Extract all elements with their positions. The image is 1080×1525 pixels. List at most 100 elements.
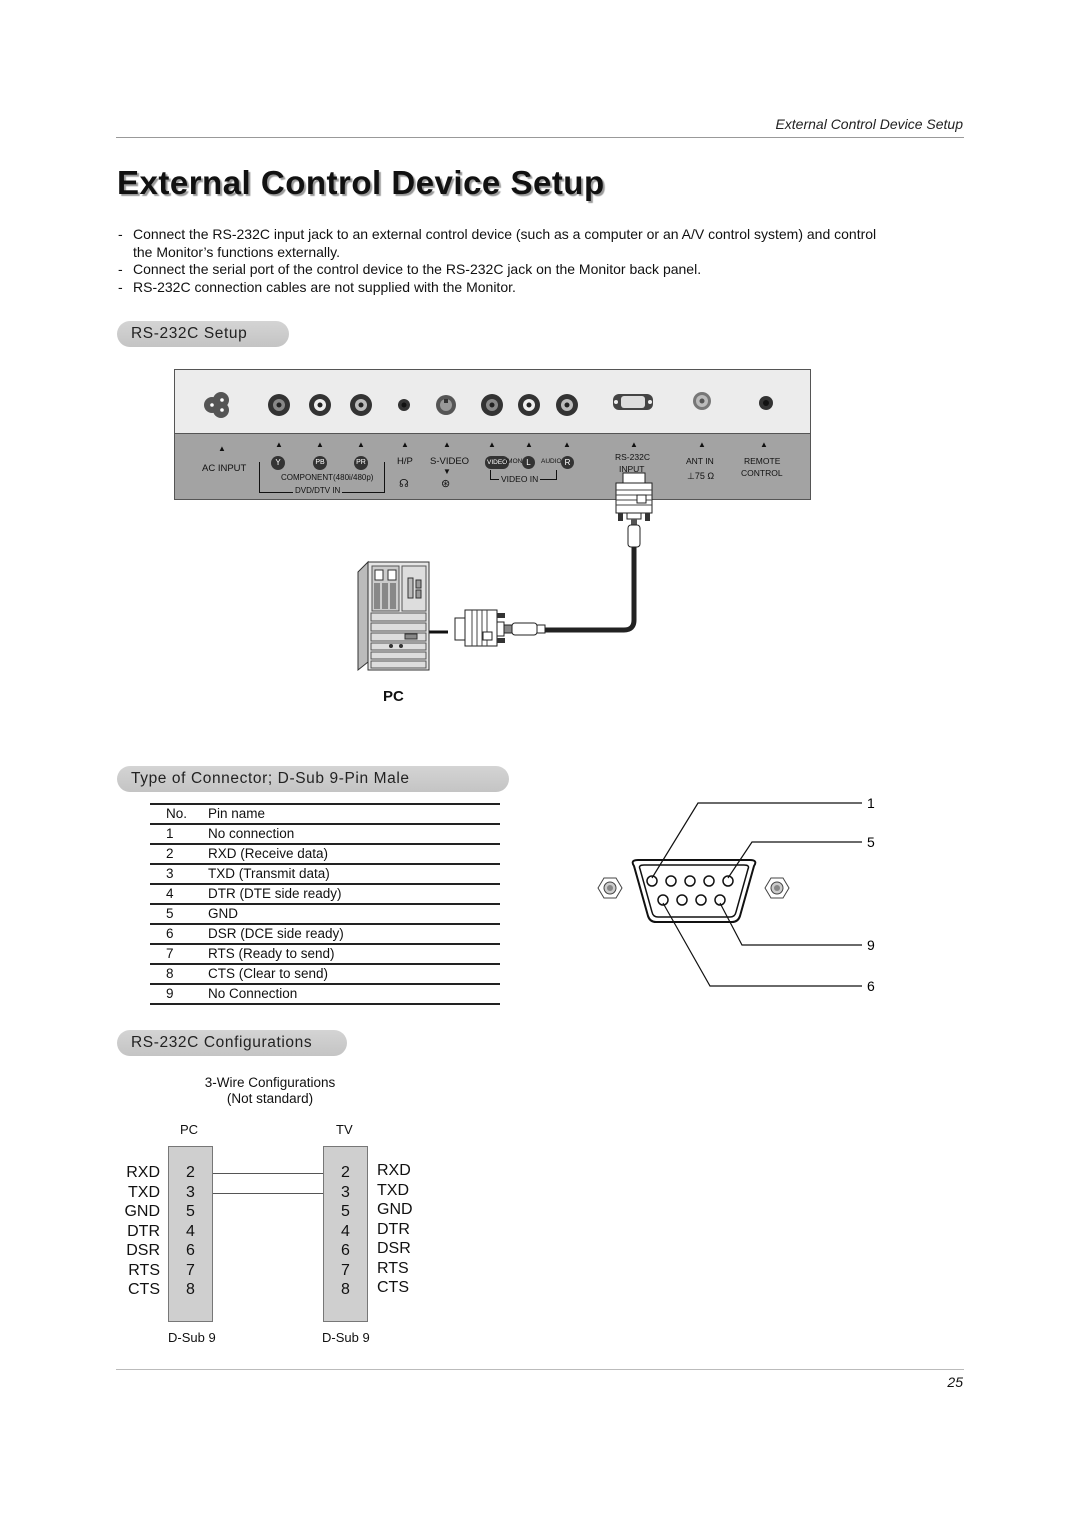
mounting-screw-icon <box>764 877 790 899</box>
mounting-screw-icon <box>597 877 623 899</box>
signal-label: RTS <box>128 1261 160 1279</box>
connection-diagram <box>357 472 653 672</box>
pin-number: 8 <box>150 964 208 985</box>
bullet-text: RS-232C connection cables are not suppli… <box>133 278 516 295</box>
audio-l-jack-icon <box>518 394 540 416</box>
pin-number: 7 <box>341 1261 350 1279</box>
ohm-value: 75 Ω <box>694 471 715 481</box>
ohm-label: ⊥75 Ω <box>687 471 715 481</box>
pc-dsub-block: 2 3 5 4 6 7 8 <box>168 1146 213 1322</box>
signal-label: RXD <box>126 1164 160 1181</box>
config-title-line2: (Not standard) <box>226 1091 314 1106</box>
pin-number: 4 <box>186 1222 195 1240</box>
pin-name: GND <box>208 904 500 925</box>
pin-number: 3 <box>186 1183 195 1201</box>
triangle-marker-icon: ▲ <box>488 440 496 449</box>
pc-signal-list: RXD TXD GND DTR DSR RTS CTS <box>118 1163 160 1300</box>
intro-bullets: - Connect the RS-232C input jack to an ex… <box>118 226 878 296</box>
pin-label-5: 5 <box>867 834 875 850</box>
table-row: 6 DSR (DCE side ready) <box>150 924 500 945</box>
pin-number: 5 <box>150 904 208 925</box>
signal-label: CTS <box>377 1279 409 1296</box>
wire-rxd-txd <box>213 1173 323 1174</box>
table-row: 3 TXD (Transmit data) <box>150 864 500 885</box>
pin-number: 4 <box>150 884 208 905</box>
signal-label: GND <box>377 1201 413 1218</box>
pin-name: RTS (Ready to send) <box>208 944 500 965</box>
table-row: 9 No Connection <box>150 984 500 1005</box>
signal-label: DSR <box>377 1240 411 1257</box>
ac-input-jack-icon <box>204 392 229 418</box>
pin-number: 8 <box>186 1281 195 1298</box>
table-row: 4 DTR (DTE side ready) <box>150 884 500 905</box>
audio-r-jack-icon <box>556 394 578 416</box>
pin-name: DTR (DTE side ready) <box>208 884 500 905</box>
table-row: 7 RTS (Ready to send) <box>150 944 500 965</box>
s-video-label: S-VIDEO <box>430 456 470 467</box>
pin-number: 6 <box>341 1242 350 1259</box>
pin-number: 6 <box>150 924 208 945</box>
pc-side-connector-icon <box>454 609 546 647</box>
page-title: External Control Device Setup <box>117 164 605 201</box>
ac-input-label: AC INPUT <box>202 463 247 474</box>
table-row: 5 GND <box>150 904 500 925</box>
triangle-marker-icon: ▲ <box>443 440 451 449</box>
remote-label: REMOTE <box>744 456 781 466</box>
pin-number: 8 <box>341 1281 350 1298</box>
pin-number: 5 <box>341 1203 350 1220</box>
component-pb-jack-icon <box>309 394 331 416</box>
table-row: 2 RXD (Receive data) <box>150 844 500 865</box>
control-label: CONTROL <box>741 468 783 478</box>
tv-signal-list: RXD TXD GND DTR DSR RTS CTS <box>377 1161 419 1298</box>
audio-label: AUDIO <box>541 458 562 465</box>
pin-name: No Connection <box>208 984 500 1005</box>
r-badge: R <box>561 456 574 469</box>
pin-name: TXD (Transmit data) <box>208 864 500 885</box>
table-header-row: No. Pin name <box>150 803 500 825</box>
section-heading-configurations: RS-232C Configurations <box>117 1030 347 1056</box>
component-pr-jack-icon <box>350 394 372 416</box>
bullet-dash: - <box>118 261 123 277</box>
section-heading-connector: Type of Connector; D-Sub 9-Pin Male <box>117 766 509 792</box>
bullet-item: - Connect the serial port of the control … <box>118 261 878 279</box>
running-head: External Control Device Setup <box>775 116 963 132</box>
bullet-text: Connect the RS-232C input jack to an ext… <box>133 226 877 260</box>
pin-name: DSR (DCE side ready) <box>208 924 500 945</box>
triangle-marker-icon: ▲ <box>760 440 768 449</box>
signal-label: DTR <box>127 1222 160 1240</box>
pc-tower-icon <box>357 560 430 672</box>
pin-number: 7 <box>186 1261 195 1279</box>
pin-number: 2 <box>150 844 208 865</box>
remote-control-jack-icon <box>759 396 773 410</box>
table-row: 8 CTS (Clear to send) <box>150 964 500 985</box>
signal-label: TXD <box>377 1181 409 1199</box>
signal-label: DTR <box>377 1220 410 1238</box>
video-jack-icon <box>481 394 503 416</box>
pin-number: 3 <box>150 864 208 885</box>
triangle-marker-icon: ▲ <box>218 444 226 453</box>
header-divider <box>116 137 964 138</box>
dvd-dtv-in-label: DVD/DTV IN <box>293 486 343 495</box>
serial-cable <box>545 547 637 633</box>
pc-column-label: PC <box>180 1122 199 1137</box>
triangle-marker-icon: ▲ <box>316 440 324 449</box>
signal-label: CTS <box>128 1281 160 1298</box>
triangle-marker-icon: ▲ <box>563 440 571 449</box>
tv-column-label: TV <box>336 1122 353 1137</box>
triangle-marker-icon: ▲ <box>525 440 533 449</box>
triangle-marker-icon: ▲ <box>630 440 638 449</box>
triangle-marker-icon: ▲ <box>401 440 409 449</box>
bullet-text: Connect the serial port of the control d… <box>133 261 702 277</box>
s-video-jack-icon <box>436 395 456 415</box>
header-pin-name: Pin name <box>208 803 500 825</box>
pin-number: 2 <box>341 1164 350 1181</box>
pin-label-9: 9 <box>867 937 875 953</box>
jacks-graphic <box>204 392 773 418</box>
pin-table: No. Pin name 1 No connection 2 RXD (Receive… <box>150 803 500 1005</box>
pin-number: 7 <box>150 944 208 965</box>
pin-name: CTS (Clear to send) <box>208 964 500 985</box>
triangle-marker-icon: ▲ <box>357 440 365 449</box>
signal-label: DSR <box>126 1242 160 1259</box>
ant-in-label: ANT IN <box>686 456 714 466</box>
triangle-marker-icon: ▲ <box>698 440 706 449</box>
